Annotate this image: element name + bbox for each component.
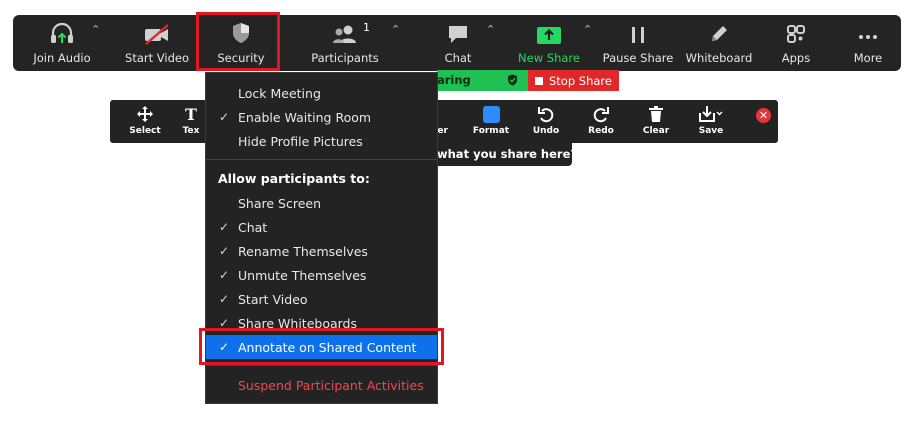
apps-icon bbox=[785, 15, 807, 45]
apps-label: Apps bbox=[781, 51, 811, 65]
pause-icon bbox=[628, 15, 648, 45]
menu-item-suspend-participant-activities[interactable]: Suspend Participant Activities bbox=[206, 373, 437, 397]
whiteboard-button[interactable]: Whiteboard bbox=[685, 15, 753, 71]
join-audio-label: Join Audio bbox=[33, 51, 91, 65]
chat-button[interactable]: Chat bbox=[433, 15, 483, 71]
chat-options-chevron-icon[interactable]: ⌃ bbox=[486, 23, 495, 36]
trash-icon bbox=[647, 104, 665, 124]
undo-label: Undo bbox=[532, 126, 560, 136]
more-label: More bbox=[853, 51, 883, 65]
undo-icon bbox=[537, 104, 555, 124]
menu-divider bbox=[206, 159, 437, 160]
more-dots-icon bbox=[857, 15, 879, 45]
checkmark-icon: ✓ bbox=[218, 292, 230, 306]
share-prompt-text: what you share here? bbox=[437, 147, 578, 161]
pause-share-button[interactable]: Pause Share bbox=[603, 15, 673, 71]
annotate-text-button[interactable]: T Tex bbox=[176, 104, 206, 137]
new-share-button[interactable]: New Share bbox=[515, 15, 583, 71]
stop-share-label: Stop Share bbox=[549, 73, 612, 88]
text-t-icon: T bbox=[185, 104, 197, 124]
color-swatch-icon bbox=[482, 104, 500, 124]
share-options-chevron-icon[interactable]: ⌃ bbox=[583, 23, 592, 36]
chat-bubble-icon bbox=[446, 15, 470, 45]
audio-options-chevron-icon[interactable]: ⌃ bbox=[91, 23, 100, 36]
annotate-undo-button[interactable]: Undo bbox=[521, 104, 571, 136]
menu-item-chat[interactable]: ✓ Chat bbox=[206, 215, 437, 239]
menu-divider bbox=[206, 365, 437, 366]
annotate-highlight-box bbox=[199, 328, 444, 365]
menu-item-start-video[interactable]: ✓ Start Video bbox=[206, 287, 437, 311]
annotate-redo-button[interactable]: Redo bbox=[576, 104, 626, 136]
video-off-icon bbox=[143, 15, 171, 45]
stop-square-icon bbox=[535, 76, 543, 85]
annotate-save-button[interactable]: Save bbox=[686, 104, 736, 136]
apps-button[interactable]: Apps bbox=[771, 15, 821, 71]
menu-item-rename-themselves[interactable]: ✓ Rename Themselves bbox=[206, 239, 437, 263]
more-button[interactable]: More bbox=[843, 15, 893, 71]
redo-label: Redo bbox=[588, 126, 614, 136]
start-video-label: Start Video bbox=[125, 51, 189, 65]
checkmark-icon: ✓ bbox=[218, 110, 230, 124]
sharing-status-bar[interactable]: aring bbox=[437, 70, 528, 91]
menu-item-hide-profile-pictures[interactable]: Hide Profile Pictures bbox=[206, 129, 437, 153]
format-label: Format bbox=[472, 126, 510, 136]
participants-count-badge: 1 bbox=[363, 21, 370, 34]
whiteboard-label: Whiteboard bbox=[685, 51, 753, 65]
checkmark-icon: ✓ bbox=[218, 220, 230, 234]
stop-share-button[interactable]: Stop Share bbox=[528, 70, 619, 91]
participants-icon bbox=[331, 15, 359, 45]
annotate-clear-button[interactable]: Clear bbox=[631, 104, 681, 136]
start-video-button[interactable]: Start Video bbox=[123, 15, 191, 71]
menu-item-lock-meeting[interactable]: Lock Meeting bbox=[206, 81, 437, 105]
allow-participants-heading: Allow participants to: bbox=[218, 171, 370, 186]
join-audio-button[interactable]: Join Audio bbox=[31, 15, 93, 71]
annotate-select-button[interactable]: Select bbox=[120, 104, 170, 136]
menu-item-unmute-themselves[interactable]: ✓ Unmute Themselves bbox=[206, 263, 437, 287]
menu-item-enable-waiting-room[interactable]: ✓ Enable Waiting Room bbox=[206, 105, 437, 129]
pause-share-label: Pause Share bbox=[602, 51, 674, 65]
annotate-format-button[interactable]: Format bbox=[466, 104, 516, 136]
redo-icon bbox=[592, 104, 610, 124]
checkmark-icon: ✓ bbox=[218, 268, 230, 282]
headphones-icon bbox=[48, 15, 76, 45]
share-arrow-icon bbox=[536, 15, 562, 45]
close-annotation-icon[interactable]: ✕ bbox=[756, 108, 771, 123]
move-arrows-icon bbox=[136, 104, 154, 124]
participants-button[interactable]: Participants bbox=[305, 15, 385, 71]
chat-label: Chat bbox=[444, 51, 472, 65]
participants-label: Participants bbox=[311, 51, 379, 65]
menu-item-share-screen[interactable]: Share Screen bbox=[206, 191, 437, 215]
save-download-icon bbox=[698, 104, 724, 124]
meeting-toolbar: Join Audio ⌃ Start Video Security Partic… bbox=[13, 15, 901, 71]
clear-label: Clear bbox=[642, 126, 670, 136]
save-label: Save bbox=[698, 126, 724, 136]
select-label: Select bbox=[129, 126, 161, 136]
participants-options-chevron-icon[interactable]: ⌃ bbox=[391, 23, 400, 36]
security-highlight-box bbox=[196, 12, 280, 71]
shield-check-icon bbox=[508, 74, 517, 86]
text-label: Tex bbox=[182, 126, 200, 136]
pencil-icon bbox=[708, 15, 730, 45]
sharing-status-label: aring bbox=[437, 73, 471, 87]
new-share-label: New Share bbox=[518, 51, 580, 65]
checkmark-icon: ✓ bbox=[218, 244, 230, 258]
